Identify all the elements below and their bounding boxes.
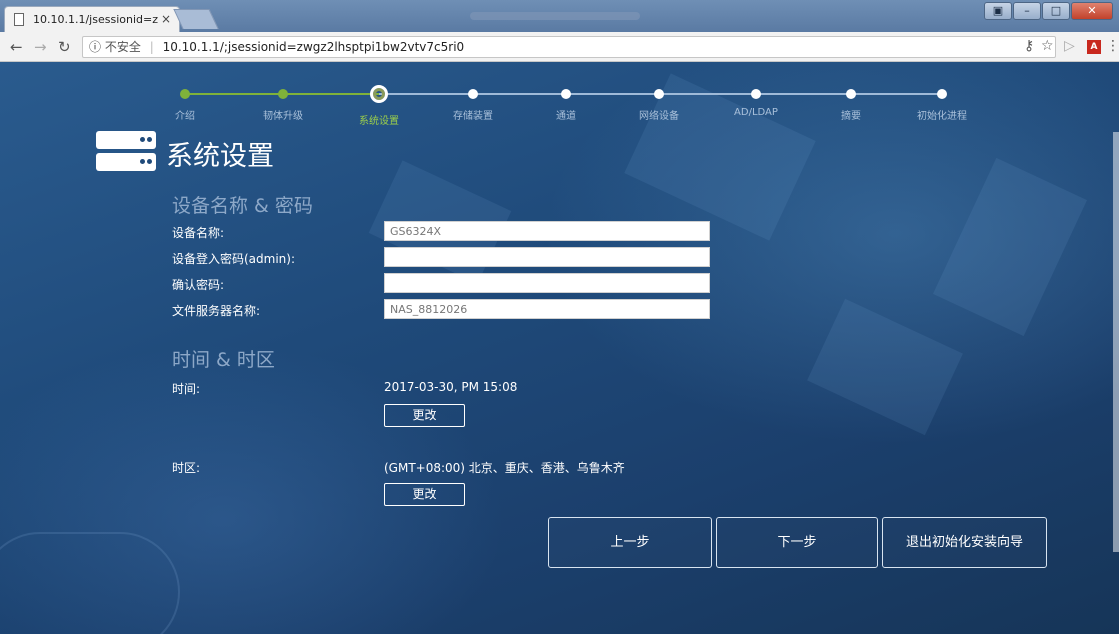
scrollbar[interactable] [1113,132,1119,552]
timezone-label: 时区: [172,461,201,475]
step-label: AD/LDAP [734,107,778,118]
menu-icon[interactable]: ⋮ [1106,38,1119,54]
step-dot [937,89,947,99]
step-label: 初始化进程 [917,111,967,122]
forward-icon[interactable]: → [34,38,47,56]
file-server-input[interactable] [384,299,710,319]
exit-wizard-button[interactable]: 退出初始化安装向导 [882,517,1047,568]
setup-wizard-page: 介绍 韧体升级 系统设置 存储装置 通道 网络设备 AD/LDAP 摘要 初始化进程 系统设置 … [0,62,1119,634]
address-bar[interactable]: ⓘ 不安全 | 10.10.1.1/;jsessionid=zwgz2lhspt… [82,36,1056,58]
admin-password-input[interactable] [384,247,710,267]
step-label: 存储装置 [453,111,493,122]
bg-shape [932,157,1088,337]
step-dot [278,89,288,99]
step-dot [370,85,388,103]
step-dot [561,89,571,99]
device-name-input[interactable] [384,221,710,241]
page-icon [14,13,24,26]
bg-shape [624,73,816,241]
step-dot [654,89,664,99]
cast-icon[interactable]: ▷ [1064,38,1075,54]
browser-toolbar: ← → ↻ ⓘ 不安全 | 10.10.1.1/;jsessionid=zwgz… [0,32,1119,62]
window-title-blur [470,12,640,20]
change-time-button[interactable]: 更改 [384,404,465,427]
page-title: 系统设置 [166,141,274,172]
url-text: 10.10.1.1/;jsessionid=zwgz2lhsptpi1bw2vt… [162,40,465,54]
pdf-extension-icon[interactable]: A [1087,40,1101,54]
cloud-decoration [0,532,180,634]
step-label: 系统设置 [359,116,399,127]
timezone-value: (GMT+08:00) 北京、重庆、香港、乌鲁木齐 [384,461,625,475]
info-icon[interactable]: ⓘ [89,40,101,54]
key-icon[interactable]: ⚷ [1024,38,1034,54]
window-controls: ▣ – □ ✕ [984,2,1113,20]
prev-button[interactable]: 上一步 [548,517,712,568]
step-label: 通道 [556,111,576,122]
browser-titlebar: 10.10.1.1/jsessionid=z × ▣ – □ ✕ [0,0,1119,32]
time-value: 2017-03-30, PM 15:08 [384,380,518,394]
time-section-title: 时间 & 时区 [172,349,275,371]
device-section-title: 设备名称 & 密码 [172,195,313,217]
restore-icon[interactable]: ▣ [984,2,1012,20]
step-dot [751,89,761,99]
step-dot [846,89,856,99]
file-server-label: 文件服务器名称: [172,304,261,318]
close-window-icon[interactable]: ✕ [1071,2,1113,20]
server-icon [96,131,156,173]
confirm-password-input[interactable] [384,273,710,293]
change-timezone-button[interactable]: 更改 [384,483,465,506]
security-label: 不安全 [104,40,141,54]
step-dot [180,89,190,99]
admin-password-label: 设备登入密码(admin): [172,252,296,266]
step-label: 摘要 [841,111,861,122]
step-label: 韧体升级 [263,111,303,122]
time-label: 时间: [172,382,201,396]
back-icon[interactable]: ← [10,38,23,56]
reload-icon[interactable]: ↻ [58,38,71,56]
divider: | [149,40,154,54]
tab-title: 10.10.1.1/jsessionid=z [33,13,158,26]
step-dot [468,89,478,99]
new-tab-button[interactable] [173,9,219,29]
maximize-icon[interactable]: □ [1042,2,1070,20]
tab-close-icon[interactable]: × [161,12,171,26]
bookmark-star-icon[interactable]: ☆ [1041,38,1054,54]
bg-shape [807,298,963,436]
step-label: 介绍 [175,111,195,122]
next-button[interactable]: 下一步 [716,517,878,568]
step-label: 网络设备 [639,111,679,122]
confirm-password-label: 确认密码: [172,278,225,292]
device-name-label: 设备名称: [172,226,225,240]
minimize-icon[interactable]: – [1013,2,1041,20]
browser-tab[interactable]: 10.10.1.1/jsessionid=z × [4,6,180,32]
